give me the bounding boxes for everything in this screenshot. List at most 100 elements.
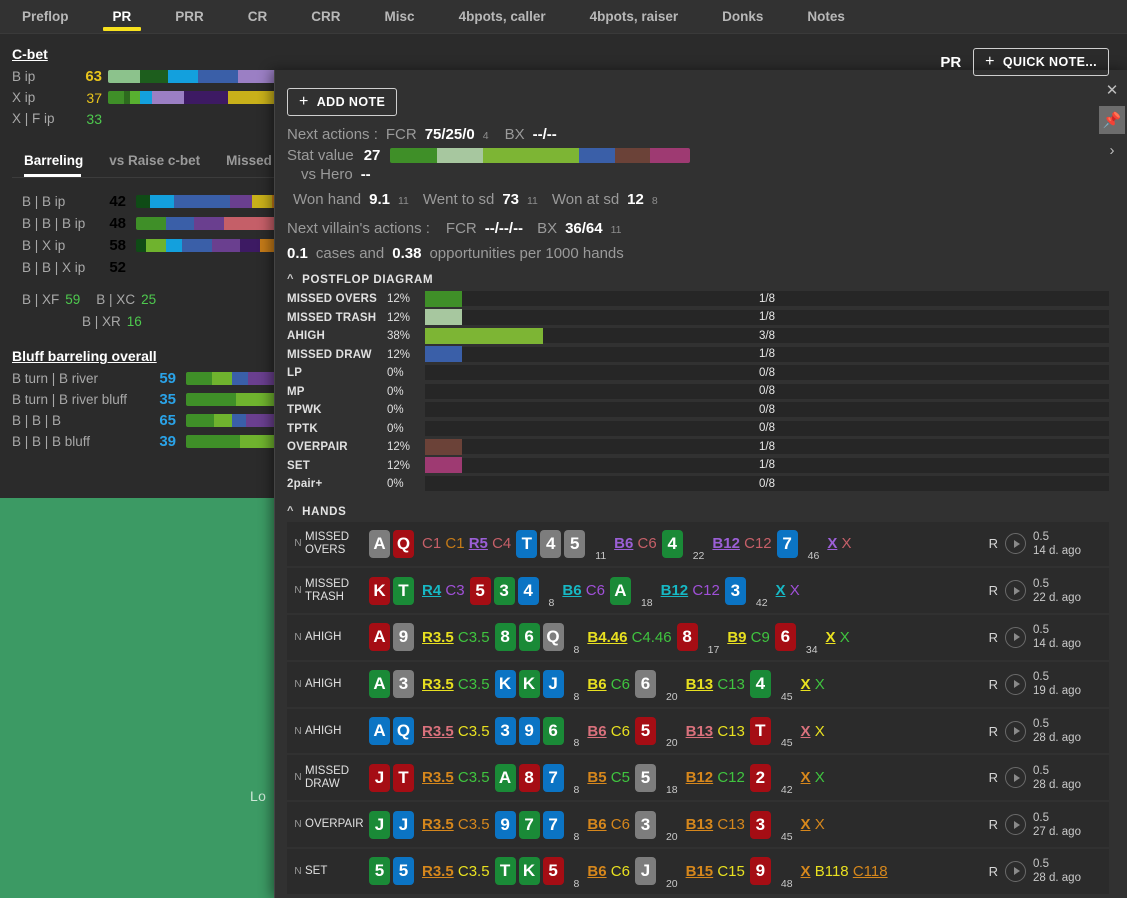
- bar-segment: [650, 148, 690, 163]
- popup-header-actions: PR + QUICK NOTE...: [940, 48, 1109, 76]
- replay-icon[interactable]: [1005, 580, 1026, 601]
- action-token: X: [827, 535, 837, 552]
- tab-cr[interactable]: CR: [226, 0, 290, 33]
- tab-pr[interactable]: PR: [91, 0, 154, 33]
- preflop-actions: R3.5 C3.5: [422, 863, 490, 880]
- playing-card: 7: [543, 811, 564, 839]
- postflop-fraction: 0/8: [425, 478, 1109, 490]
- tab-crr[interactable]: CRR: [289, 0, 362, 33]
- postflop-percent: 0%: [387, 423, 425, 435]
- hand-row-tail: R0.519 d. ago: [989, 670, 1109, 698]
- turn-actions: B13 C13: [686, 816, 745, 833]
- tab-misc[interactable]: Misc: [363, 0, 437, 33]
- replay-icon[interactable]: [1005, 627, 1026, 648]
- action-token: C6: [611, 676, 630, 693]
- hand-row[interactable]: NAHIGHA9R3.5 C3.586Q8B4.46 C4.46817B9 C9…: [287, 615, 1109, 662]
- hand-row[interactable]: NAHIGHAQR3.5 C3.53968B6 C6520B13 C13T45X…: [287, 709, 1109, 756]
- postflop-row: 2pair+0%0/8: [287, 475, 1109, 494]
- subtab-barreling[interactable]: Barreling: [12, 147, 103, 177]
- turn-actions: B12 C12: [712, 535, 771, 552]
- tab-4bpots-caller[interactable]: 4bpots, caller: [437, 0, 568, 33]
- barreling-stat-label: B | B | X ip: [22, 260, 104, 275]
- tab-4bpots-raiser[interactable]: 4bpots, raiser: [568, 0, 701, 33]
- hole-cards: JJ: [369, 811, 414, 839]
- tab-prr[interactable]: PRR: [153, 0, 226, 33]
- pin-icon[interactable]: 📌: [1099, 106, 1125, 134]
- action-token: C13: [717, 723, 745, 740]
- bar-segment: [186, 435, 240, 448]
- action-token: C5: [611, 769, 630, 786]
- close-icon[interactable]: ✕: [1099, 76, 1125, 104]
- action-token: C3.5: [458, 723, 490, 740]
- replay-icon[interactable]: [1005, 674, 1026, 695]
- postflop-percent: 12%: [387, 441, 425, 453]
- playing-card: A: [495, 764, 516, 792]
- postflop-category: TPWK: [287, 404, 387, 416]
- popup-window-controls: ✕ 📌 ›: [1097, 70, 1127, 180]
- hand-row[interactable]: NAHIGHA3R3.5 C3.5KKJ8B6 C6620B13 C13445X…: [287, 662, 1109, 709]
- action-token: X: [801, 863, 811, 880]
- quick-note-button[interactable]: + QUICK NOTE...: [973, 48, 1109, 76]
- turn-pot: 20: [666, 737, 678, 753]
- playing-card: 3: [494, 577, 515, 605]
- action-token: C118: [853, 863, 888, 880]
- tab-donks[interactable]: Donks: [700, 0, 785, 33]
- postflop-bar-track: 1/8: [425, 458, 1109, 474]
- playing-card: J: [635, 857, 656, 885]
- hand-note-marker: N: [291, 866, 305, 877]
- playing-card: 5: [393, 857, 414, 885]
- hand-row[interactable]: NMISSED TRASHKTR4 C35348B6 C6A18B12 C123…: [287, 568, 1109, 615]
- stat-value-bar: [390, 148, 690, 163]
- action-token: C12: [692, 582, 720, 599]
- action-token: R3.5: [422, 676, 454, 693]
- replay-icon[interactable]: [1005, 533, 1026, 554]
- hands-header[interactable]: ^ HANDS: [287, 506, 1109, 518]
- bar-segment: [174, 195, 230, 208]
- postflop-category: OVERPAIR: [287, 441, 387, 453]
- postflop-row: MISSED OVERS12%1/8: [287, 290, 1109, 309]
- chevron-right-icon[interactable]: ›: [1099, 136, 1125, 164]
- river-actions: X X: [801, 676, 825, 693]
- flop-actions: B5 C5: [587, 769, 630, 786]
- hand-row[interactable]: NOVERPAIRJJR3.5 C3.59778B6 C6320B13 C133…: [287, 802, 1109, 849]
- replay-icon[interactable]: [1005, 814, 1026, 835]
- stat-value-row: Stat value 27: [287, 147, 1109, 164]
- flop-pot: 8: [574, 691, 580, 707]
- postflop-percent: 0%: [387, 404, 425, 416]
- bluff-stat-label: B turn | B river bluff: [12, 392, 152, 407]
- playing-card: 4: [540, 530, 561, 558]
- bluff-stat-label: B turn | B river: [12, 371, 152, 386]
- action-token: B12: [686, 769, 714, 786]
- playing-card: 3: [393, 670, 414, 698]
- replay-icon[interactable]: [1005, 721, 1026, 742]
- hand-row[interactable]: NMISSED OVERSAQC1 C1 R5 C4T4511B6 C6422B…: [287, 522, 1109, 569]
- playing-card: 6: [775, 623, 796, 651]
- hand-row-tail: R0.528 d. ago: [989, 764, 1109, 792]
- playing-card: 5: [369, 857, 390, 885]
- replay-icon[interactable]: [1005, 767, 1026, 788]
- tab-preflop[interactable]: Preflop: [0, 0, 91, 33]
- next-actions-line: Next actions : FCR 75/25/0 4 BX --/--: [287, 126, 1109, 143]
- playing-card: J: [543, 670, 564, 698]
- add-note-label: ADD NOTE: [317, 95, 385, 109]
- hand-note-marker: N: [291, 679, 305, 690]
- turn-pot: 20: [666, 831, 678, 847]
- cbet-stat-value: 33: [74, 111, 108, 127]
- next-villain-bx-value: 36/64: [565, 220, 603, 237]
- hand-result: R: [989, 864, 998, 879]
- hand-category: MISSED TRASH: [305, 578, 369, 604]
- subtab-vs-raise-c-bet[interactable]: vs Raise c-bet: [103, 147, 220, 177]
- postflop-diagram-header[interactable]: ^ POSTFLOP DIAGRAM: [287, 274, 1109, 286]
- tab-notes[interactable]: Notes: [785, 0, 867, 33]
- add-note-button[interactable]: + ADD NOTE: [287, 88, 397, 116]
- cbet-stat-label: X ip: [12, 90, 74, 105]
- flop-pot: 8: [574, 784, 580, 800]
- bar-segment: [108, 91, 124, 104]
- playing-card: 6: [543, 717, 564, 745]
- bar-segment: [140, 91, 152, 104]
- cases-line: 0.1 cases and 0.38 opportunities per 100…: [287, 245, 1109, 262]
- hand-row[interactable]: NSET55R3.5 C3.5TK58B6 C6J20B15 C15948X B…: [287, 849, 1109, 896]
- replay-icon[interactable]: [1005, 861, 1026, 882]
- turn-actions: B12 C12: [661, 582, 720, 599]
- hand-row[interactable]: NMISSED DRAWJTR3.5 C3.5A878B5 C5518B12 C…: [287, 755, 1109, 802]
